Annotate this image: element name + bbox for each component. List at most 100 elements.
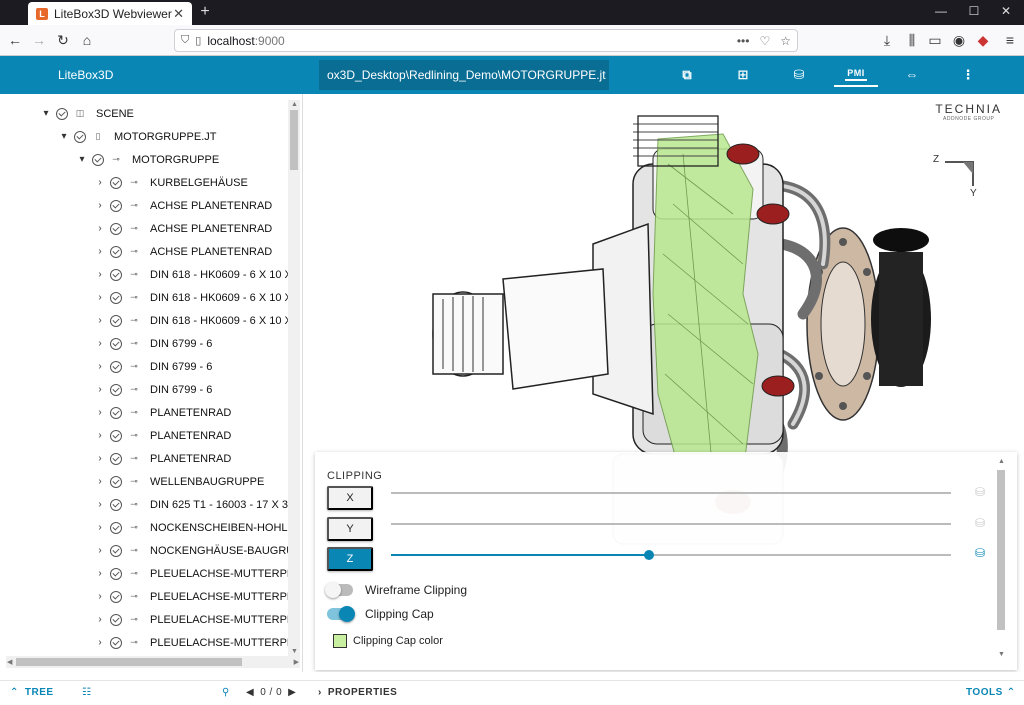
- chevron-right-icon[interactable]: ›: [94, 269, 106, 280]
- chevron-right-icon[interactable]: ›: [94, 361, 106, 372]
- chevron-right-icon[interactable]: ›: [94, 246, 106, 257]
- chevron-right-icon[interactable]: ›: [94, 200, 106, 211]
- search-icon[interactable]: ⚲: [222, 687, 230, 698]
- clip-x-button[interactable]: X: [327, 486, 373, 510]
- tree-list-icon[interactable]: ☷: [82, 687, 91, 698]
- wireframe-clipping-toggle[interactable]: [325, 582, 353, 598]
- pmi-icon[interactable]: PMI: [834, 67, 878, 87]
- clip-y-cap-icon[interactable]: ⛁: [975, 517, 987, 529]
- axis-triad[interactable]: Z Y: [933, 152, 983, 202]
- visibility-check-icon[interactable]: [110, 268, 122, 281]
- minimize-icon[interactable]: —: [934, 4, 948, 18]
- url-bar[interactable]: ⛉ ▯ localhost :9000 ••• ♡ ☆: [174, 29, 798, 52]
- visibility-check-icon[interactable]: [110, 521, 122, 534]
- next-result-icon[interactable]: ▶: [288, 687, 296, 698]
- chevron-right-icon[interactable]: ›: [94, 591, 106, 602]
- tree-item[interactable]: ▾ ◫ SCENE: [40, 102, 134, 125]
- chevron-right-icon[interactable]: ›: [94, 568, 106, 579]
- tree-item[interactable]: › ⊸ PLEUELACHSE-MUTTERPLEU: [94, 585, 288, 608]
- chevron-right-icon[interactable]: ›: [94, 545, 106, 556]
- chevron-down-icon[interactable]: ▾: [76, 154, 88, 165]
- clip-x-slider[interactable]: [391, 492, 951, 494]
- tree-item[interactable]: › ⊸ NOCKENGHÄUSE-BAUGRUPP: [94, 539, 288, 562]
- visibility-check-icon[interactable]: [110, 544, 122, 557]
- fit-view-icon[interactable]: ⊞: [732, 64, 754, 86]
- chevron-down-icon[interactable]: ▾: [58, 131, 70, 142]
- tree-item[interactable]: › ⊸ DIN 618 - HK0609 - 6 X 10 X 9: [94, 286, 288, 309]
- clipping-panel-scrollbar[interactable]: ▲ ▼: [995, 458, 1007, 658]
- tree-item[interactable]: › ⊸ PLEUELACHSE-MUTTERPLEU: [94, 608, 288, 631]
- tree-item[interactable]: › ⊸ DIN 6799 - 6: [94, 355, 212, 378]
- tree-item[interactable]: › ⊸ ACHSE PLANETENRAD: [94, 194, 272, 217]
- chevron-right-icon[interactable]: ›: [94, 407, 106, 418]
- tree-horizontal-scrollbar[interactable]: ◀ ▶: [6, 656, 300, 668]
- sidebar-icon[interactable]: ▭: [926, 31, 944, 49]
- file-path-selector[interactable]: ox3D_Desktop\Redlining_Demo\MOTORGRUPPE.…: [319, 60, 609, 90]
- chevron-right-icon[interactable]: ›: [94, 637, 106, 648]
- tree-item[interactable]: ▾ ▯ MOTORGRUPPE.JT: [58, 125, 216, 148]
- chevron-right-icon[interactable]: ›: [94, 453, 106, 464]
- tree-item[interactable]: › ⊸ ACHSE PLANETENRAD: [94, 217, 272, 240]
- visibility-check-icon[interactable]: [74, 130, 86, 143]
- prev-result-icon[interactable]: ◀: [246, 687, 254, 698]
- visibility-check-icon[interactable]: [110, 176, 122, 189]
- tree-item[interactable]: › ⊸ NOCKENSCHEIBEN-HOHLRAD: [94, 516, 288, 539]
- shield-icon[interactable]: ⛉: [181, 34, 189, 47]
- bookmark-star-icon[interactable]: ☆: [780, 34, 791, 48]
- visibility-check-icon[interactable]: [110, 475, 122, 488]
- chevron-right-icon[interactable]: ›: [94, 476, 106, 487]
- pocket-icon[interactable]: ♡: [759, 34, 770, 48]
- chevron-right-icon[interactable]: ›: [94, 499, 106, 510]
- reload-icon[interactable]: ↻: [54, 31, 72, 49]
- clip-x-cap-icon[interactable]: ⛁: [975, 486, 987, 498]
- visibility-check-icon[interactable]: [56, 107, 68, 120]
- new-tab-icon[interactable]: +: [196, 3, 214, 21]
- visibility-check-icon[interactable]: [110, 291, 122, 304]
- close-window-icon[interactable]: ✕: [999, 4, 1013, 18]
- tree-item[interactable]: › ⊸ PLANETENRAD: [94, 424, 231, 447]
- tree-item[interactable]: › ⊸ DIN 618 - HK0609 - 6 X 10 X 9: [94, 263, 288, 286]
- tree-item[interactable]: › ⊸ PLANETENRAD: [94, 401, 231, 424]
- visibility-check-icon[interactable]: [110, 590, 122, 603]
- visibility-check-icon[interactable]: [110, 383, 122, 396]
- properties-toggle-button[interactable]: › PROPERTIES: [318, 687, 397, 698]
- maximize-icon[interactable]: ☐: [967, 4, 981, 18]
- tree-item[interactable]: › ⊸ PLEUELACHSE-MUTTERPLEU: [94, 631, 288, 654]
- visibility-check-icon[interactable]: [110, 222, 122, 235]
- tree-item[interactable]: › ⊸ DIN 625 T1 - 16003 - 17 X 35 X: [94, 493, 288, 516]
- chevron-right-icon[interactable]: ›: [94, 223, 106, 234]
- chevron-right-icon[interactable]: ›: [94, 384, 106, 395]
- tree-vertical-scrollbar[interactable]: ▲ ▼: [288, 100, 300, 656]
- tools-toggle-button[interactable]: TOOLS ⌃: [966, 687, 1016, 698]
- clip-y-slider[interactable]: [391, 523, 951, 525]
- back-icon[interactable]: ←: [6, 31, 24, 49]
- more-vertical-icon[interactable]: ⋮: [957, 64, 979, 86]
- visibility-check-icon[interactable]: [110, 613, 122, 626]
- tree-item[interactable]: › ⊸ ACHSE PLANETENRAD: [94, 240, 272, 263]
- chevron-right-icon[interactable]: ›: [94, 522, 106, 533]
- clip-z-slider-knob[interactable]: [643, 550, 654, 560]
- explode-icon[interactable]: ⧉: [676, 64, 698, 86]
- clip-z-cap-icon[interactable]: ⛁: [975, 547, 987, 559]
- chevron-right-icon[interactable]: ›: [94, 614, 106, 625]
- chevron-right-icon[interactable]: ›: [94, 338, 106, 349]
- library-icon[interactable]: ⫼: [903, 31, 921, 49]
- visibility-check-icon[interactable]: [110, 429, 122, 442]
- account-icon[interactable]: ◉: [950, 31, 968, 49]
- visibility-check-icon[interactable]: [110, 636, 122, 649]
- clip-scroll-up-icon[interactable]: ▲: [998, 458, 1005, 465]
- clip-y-button[interactable]: Y: [327, 517, 373, 541]
- home-icon[interactable]: ⌂: [78, 31, 96, 49]
- chevron-down-icon[interactable]: ▾: [40, 108, 52, 119]
- tree-item[interactable]: ▾ ⊸ MOTORGRUPPE: [76, 148, 219, 171]
- scroll-down-icon[interactable]: ▼: [291, 648, 298, 655]
- tree-vertical-scroll-thumb[interactable]: [290, 110, 298, 170]
- layers-icon[interactable]: ⛁: [788, 64, 810, 86]
- clip-z-slider[interactable]: [391, 550, 951, 560]
- visibility-check-icon[interactable]: [110, 314, 122, 327]
- tree-item[interactable]: › ⊸ WELLENBAUGRUPPE: [94, 470, 264, 493]
- tree-item[interactable]: › ⊸ DIN 6799 - 6: [94, 332, 212, 355]
- tree-toggle-button[interactable]: ⌃ TREE: [10, 687, 54, 698]
- visibility-check-icon[interactable]: [110, 567, 122, 580]
- browser-tab[interactable]: L LiteBox3D Webviewer ✕: [28, 2, 192, 25]
